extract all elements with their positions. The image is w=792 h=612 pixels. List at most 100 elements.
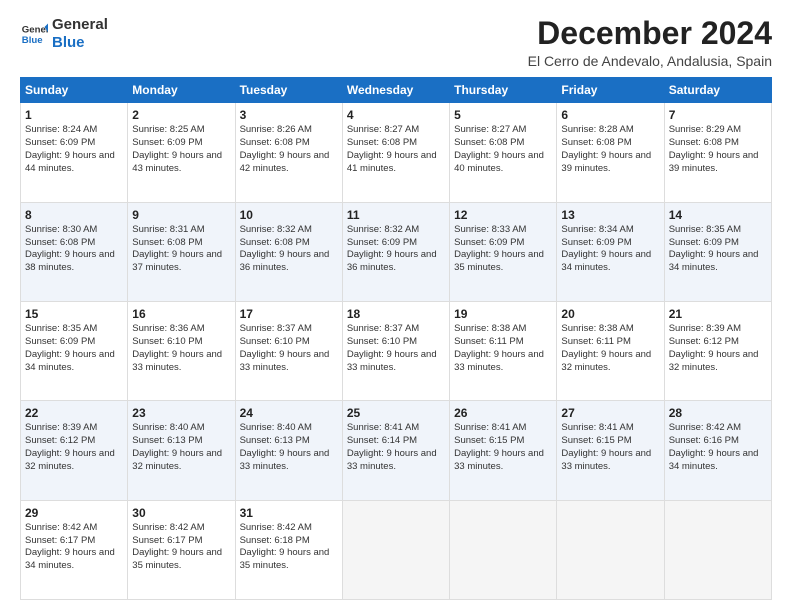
- calendar-week-row: 29Sunrise: 8:42 AMSunset: 6:17 PMDayligh…: [21, 500, 772, 599]
- day-number: 19: [454, 306, 552, 322]
- day-number: 6: [561, 107, 659, 123]
- sunrise-text: Sunrise: 8:41 AM: [561, 422, 633, 433]
- day-number: 1: [25, 107, 123, 123]
- table-row: 25Sunrise: 8:41 AMSunset: 6:14 PMDayligh…: [342, 401, 449, 500]
- sunrise-text: Sunrise: 8:30 AM: [25, 224, 97, 235]
- table-row: 23Sunrise: 8:40 AMSunset: 6:13 PMDayligh…: [128, 401, 235, 500]
- calendar-week-row: 1Sunrise: 8:24 AMSunset: 6:09 PMDaylight…: [21, 103, 772, 202]
- sunset-text: Sunset: 6:10 PM: [132, 336, 202, 347]
- col-sunday: Sunday: [21, 78, 128, 103]
- table-row: 16Sunrise: 8:36 AMSunset: 6:10 PMDayligh…: [128, 301, 235, 400]
- table-row: 12Sunrise: 8:33 AMSunset: 6:09 PMDayligh…: [450, 202, 557, 301]
- calendar-header-row: Sunday Monday Tuesday Wednesday Thursday…: [21, 78, 772, 103]
- sunset-text: Sunset: 6:10 PM: [347, 336, 417, 347]
- day-number: 15: [25, 306, 123, 322]
- col-monday: Monday: [128, 78, 235, 103]
- daylight-text: Daylight: 9 hours and 34 minutes.: [669, 448, 759, 472]
- day-number: 12: [454, 207, 552, 223]
- day-number: 25: [347, 405, 445, 421]
- col-saturday: Saturday: [664, 78, 771, 103]
- logo-icon: General Blue: [20, 20, 48, 48]
- daylight-text: Daylight: 9 hours and 37 minutes.: [132, 249, 222, 273]
- daylight-text: Daylight: 9 hours and 34 minutes.: [25, 349, 115, 373]
- col-tuesday: Tuesday: [235, 78, 342, 103]
- daylight-text: Daylight: 9 hours and 32 minutes.: [25, 448, 115, 472]
- daylight-text: Daylight: 9 hours and 35 minutes.: [240, 547, 330, 571]
- sunset-text: Sunset: 6:09 PM: [347, 237, 417, 248]
- table-row: 18Sunrise: 8:37 AMSunset: 6:10 PMDayligh…: [342, 301, 449, 400]
- sunrise-text: Sunrise: 8:42 AM: [240, 522, 312, 533]
- sunrise-text: Sunrise: 8:38 AM: [454, 323, 526, 334]
- table-row: [557, 500, 664, 599]
- table-row: 29Sunrise: 8:42 AMSunset: 6:17 PMDayligh…: [21, 500, 128, 599]
- day-number: 18: [347, 306, 445, 322]
- daylight-text: Daylight: 9 hours and 35 minutes.: [454, 249, 544, 273]
- sunrise-text: Sunrise: 8:42 AM: [669, 422, 741, 433]
- sunset-text: Sunset: 6:09 PM: [561, 237, 631, 248]
- day-number: 22: [25, 405, 123, 421]
- sunrise-text: Sunrise: 8:42 AM: [132, 522, 204, 533]
- sunrise-text: Sunrise: 8:29 AM: [669, 124, 741, 135]
- sunrise-text: Sunrise: 8:27 AM: [454, 124, 526, 135]
- sunset-text: Sunset: 6:15 PM: [454, 435, 524, 446]
- day-number: 20: [561, 306, 659, 322]
- day-number: 13: [561, 207, 659, 223]
- col-friday: Friday: [557, 78, 664, 103]
- table-row: 27Sunrise: 8:41 AMSunset: 6:15 PMDayligh…: [557, 401, 664, 500]
- daylight-text: Daylight: 9 hours and 33 minutes.: [347, 448, 437, 472]
- sunset-text: Sunset: 6:08 PM: [669, 137, 739, 148]
- daylight-text: Daylight: 9 hours and 36 minutes.: [347, 249, 437, 273]
- header: General Blue General Blue December 2024 …: [20, 16, 772, 69]
- sunset-text: Sunset: 6:13 PM: [132, 435, 202, 446]
- sunrise-text: Sunrise: 8:40 AM: [240, 422, 312, 433]
- sunrise-text: Sunrise: 8:31 AM: [132, 224, 204, 235]
- table-row: 4Sunrise: 8:27 AMSunset: 6:08 PMDaylight…: [342, 103, 449, 202]
- sunrise-text: Sunrise: 8:34 AM: [561, 224, 633, 235]
- col-wednesday: Wednesday: [342, 78, 449, 103]
- sunrise-text: Sunrise: 8:25 AM: [132, 124, 204, 135]
- location-title: El Cerro de Andevalo, Andalusia, Spain: [528, 53, 772, 69]
- sunset-text: Sunset: 6:16 PM: [669, 435, 739, 446]
- table-row: 3Sunrise: 8:26 AMSunset: 6:08 PMDaylight…: [235, 103, 342, 202]
- table-row: 24Sunrise: 8:40 AMSunset: 6:13 PMDayligh…: [235, 401, 342, 500]
- daylight-text: Daylight: 9 hours and 42 minutes.: [240, 150, 330, 174]
- table-row: 1Sunrise: 8:24 AMSunset: 6:09 PMDaylight…: [21, 103, 128, 202]
- sunset-text: Sunset: 6:08 PM: [561, 137, 631, 148]
- day-number: 11: [347, 207, 445, 223]
- table-row: 17Sunrise: 8:37 AMSunset: 6:10 PMDayligh…: [235, 301, 342, 400]
- page: General Blue General Blue December 2024 …: [0, 0, 792, 612]
- logo: General Blue General Blue: [20, 16, 108, 52]
- sunset-text: Sunset: 6:09 PM: [454, 237, 524, 248]
- sunset-text: Sunset: 6:12 PM: [25, 435, 95, 446]
- sunset-text: Sunset: 6:17 PM: [132, 535, 202, 546]
- table-row: 15Sunrise: 8:35 AMSunset: 6:09 PMDayligh…: [21, 301, 128, 400]
- sunrise-text: Sunrise: 8:38 AM: [561, 323, 633, 334]
- daylight-text: Daylight: 9 hours and 36 minutes.: [240, 249, 330, 273]
- sunset-text: Sunset: 6:08 PM: [25, 237, 95, 248]
- daylight-text: Daylight: 9 hours and 35 minutes.: [132, 547, 222, 571]
- sunrise-text: Sunrise: 8:39 AM: [25, 422, 97, 433]
- table-row: 10Sunrise: 8:32 AMSunset: 6:08 PMDayligh…: [235, 202, 342, 301]
- sunset-text: Sunset: 6:09 PM: [669, 237, 739, 248]
- table-row: 28Sunrise: 8:42 AMSunset: 6:16 PMDayligh…: [664, 401, 771, 500]
- sunset-text: Sunset: 6:08 PM: [240, 137, 310, 148]
- table-row: 19Sunrise: 8:38 AMSunset: 6:11 PMDayligh…: [450, 301, 557, 400]
- day-number: 4: [347, 107, 445, 123]
- table-row: [450, 500, 557, 599]
- day-number: 16: [132, 306, 230, 322]
- svg-text:Blue: Blue: [22, 35, 43, 46]
- day-number: 29: [25, 505, 123, 521]
- daylight-text: Daylight: 9 hours and 33 minutes.: [561, 448, 651, 472]
- sunset-text: Sunset: 6:14 PM: [347, 435, 417, 446]
- daylight-text: Daylight: 9 hours and 39 minutes.: [561, 150, 651, 174]
- sunrise-text: Sunrise: 8:40 AM: [132, 422, 204, 433]
- day-number: 8: [25, 207, 123, 223]
- sunrise-text: Sunrise: 8:36 AM: [132, 323, 204, 334]
- table-row: 31Sunrise: 8:42 AMSunset: 6:18 PMDayligh…: [235, 500, 342, 599]
- daylight-text: Daylight: 9 hours and 32 minutes.: [669, 349, 759, 373]
- sunrise-text: Sunrise: 8:35 AM: [25, 323, 97, 334]
- logo-text: General Blue: [52, 16, 108, 52]
- table-row: [342, 500, 449, 599]
- logo-blue: Blue: [52, 34, 108, 52]
- svg-text:General: General: [22, 24, 48, 35]
